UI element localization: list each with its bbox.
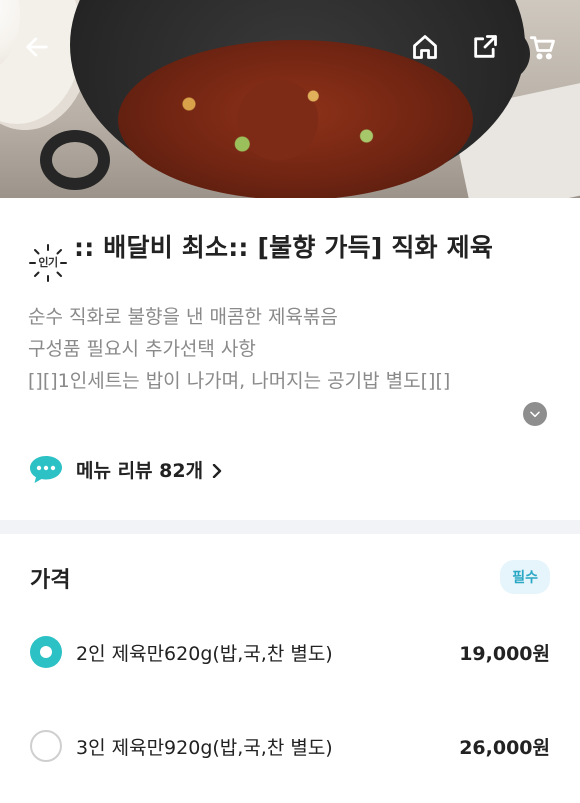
required-badge: 필수 (500, 560, 550, 594)
arrow-left-icon (26, 37, 48, 57)
menu-review-link[interactable]: 메뉴 리뷰 82개 (28, 453, 223, 485)
radio-selected[interactable] (30, 636, 62, 668)
section-divider (0, 520, 580, 534)
option-price: 19,000원 (459, 642, 550, 665)
menu-description: 순수 직화로 불향을 낸 매콤한 제육볶음 구성품 필요시 추가선택 사항 []… (28, 301, 550, 397)
menu-info: 인기 :: 배달비 최소:: [불향 가득] 직화 제육 순수 직화로 불향을 … (0, 198, 580, 520)
pan-handle-left (40, 130, 110, 190)
home-button[interactable] (408, 30, 442, 64)
price-section-title: 가격 (30, 568, 71, 593)
radio-unselected[interactable] (30, 730, 62, 762)
description-line: 순수 직화로 불향을 낸 매콤한 제육볶음 (28, 306, 338, 328)
popular-badge: 인기 (28, 243, 68, 283)
cart-button[interactable] (526, 30, 560, 64)
chevron-right-icon (211, 463, 223, 479)
review-count: 메뉴 리뷰 82개 (76, 459, 204, 482)
option-label: 2인 제육만620g(밥,국,찬 별도) (76, 642, 333, 665)
menu-title: :: 배달비 최소:: [불향 가득] 직화 제육 (74, 233, 494, 262)
back-button[interactable] (20, 30, 54, 64)
menu-photo (0, 0, 580, 198)
price-option[interactable]: 3인 제육만920g(밥,국,찬 별도) 26,000원 (30, 726, 550, 766)
home-icon (413, 35, 437, 59)
cart-icon (529, 36, 555, 60)
description-line: [][]1인세트는 밥이 나가며, 나머지는 공기밥 별도[][] (28, 370, 451, 392)
share-button[interactable] (468, 30, 502, 64)
price-section: 가격 필수 2인 제육만620g(밥,국,찬 별도) 19,000원 3인 제육… (0, 534, 580, 803)
menu-title-row: 인기 :: 배달비 최소:: [불향 가득] 직화 제육 (28, 230, 550, 283)
chevron-down-icon (530, 411, 540, 418)
option-label: 3인 제육만920g(밥,국,찬 별도) (76, 736, 333, 759)
option-price: 26,000원 (459, 736, 550, 759)
price-option[interactable]: 2인 제육만620g(밥,국,찬 별도) 19,000원 (30, 632, 550, 672)
speech-bubble-icon (30, 456, 62, 483)
popular-badge-label: 인기 (38, 256, 58, 269)
share-icon (474, 35, 497, 58)
expand-description-button[interactable] (523, 402, 547, 426)
description-line: 구성품 필요시 추가선택 사항 (28, 338, 256, 360)
